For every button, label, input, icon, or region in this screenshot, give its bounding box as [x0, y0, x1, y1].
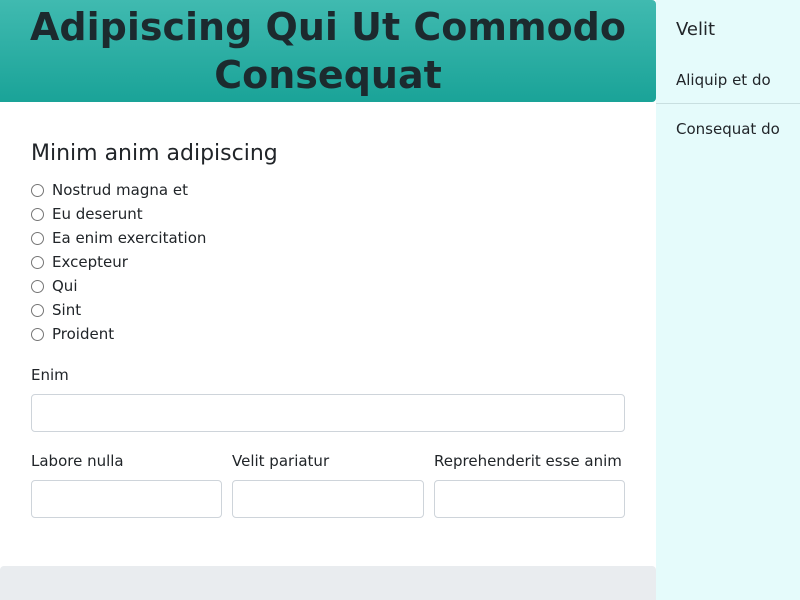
radio-label: Nostrud magna et: [52, 181, 188, 199]
radio-label: Ea enim exercitation: [52, 229, 207, 247]
enim-label: Enim: [31, 366, 69, 384]
radio-button[interactable]: [31, 207, 44, 221]
sidebar-item-aliquip-et-do[interactable]: Aliquip et do: [656, 56, 800, 104]
radio-group-title: Minim anim adipiscing: [31, 141, 278, 166]
main-content: Adipiscing Qui Ut Commodo Consequat Mini…: [0, 0, 656, 600]
radio-option-sint[interactable]: Sint: [31, 298, 206, 322]
radio-label: Eu deserunt: [52, 205, 143, 223]
radio-button[interactable]: [31, 279, 44, 293]
radio-label: Sint: [52, 301, 82, 319]
page: Adipiscing Qui Ut Commodo Consequat Mini…: [0, 0, 800, 600]
sidebar-item-consequat-do[interactable]: Consequat do: [656, 105, 800, 153]
radio-option-nostrud-magna-et[interactable]: Nostrud magna et: [31, 178, 206, 202]
radio-group: Nostrud magna et Eu deserunt Ea enim exe…: [31, 178, 206, 346]
radio-button[interactable]: [31, 231, 44, 245]
hero-banner: Adipiscing Qui Ut Commodo Consequat: [0, 0, 656, 102]
labore-nulla-label: Labore nulla: [31, 452, 124, 470]
page-title: Adipiscing Qui Ut Commodo Consequat: [30, 5, 626, 97]
sidebar: Velit Aliquip et do Consequat do: [656, 0, 800, 600]
radio-option-eu-deserunt[interactable]: Eu deserunt: [31, 202, 206, 226]
velit-pariatur-input[interactable]: [232, 480, 424, 518]
velit-pariatur-label: Velit pariatur: [232, 452, 330, 470]
radio-button[interactable]: [31, 303, 44, 317]
radio-button[interactable]: [31, 183, 44, 197]
radio-label: Qui: [52, 277, 78, 295]
radio-button[interactable]: [31, 327, 44, 341]
radio-label: Excepteur: [52, 253, 128, 271]
radio-option-ea-enim-exercitation[interactable]: Ea enim exercitation: [31, 226, 206, 250]
labore-nulla-input[interactable]: [31, 480, 222, 518]
reprehenderit-esse-anim-label: Reprehenderit esse anim: [434, 452, 622, 470]
radio-option-proident[interactable]: Proident: [31, 322, 206, 346]
reprehenderit-esse-anim-input[interactable]: [434, 480, 625, 518]
radio-option-qui[interactable]: Qui: [31, 274, 206, 298]
enim-input[interactable]: [31, 394, 625, 432]
radio-label: Proident: [52, 325, 115, 343]
radio-option-excepteur[interactable]: Excepteur: [31, 250, 206, 274]
sidebar-title: Velit: [676, 19, 716, 40]
radio-button[interactable]: [31, 255, 44, 269]
footer-band: [0, 566, 656, 600]
